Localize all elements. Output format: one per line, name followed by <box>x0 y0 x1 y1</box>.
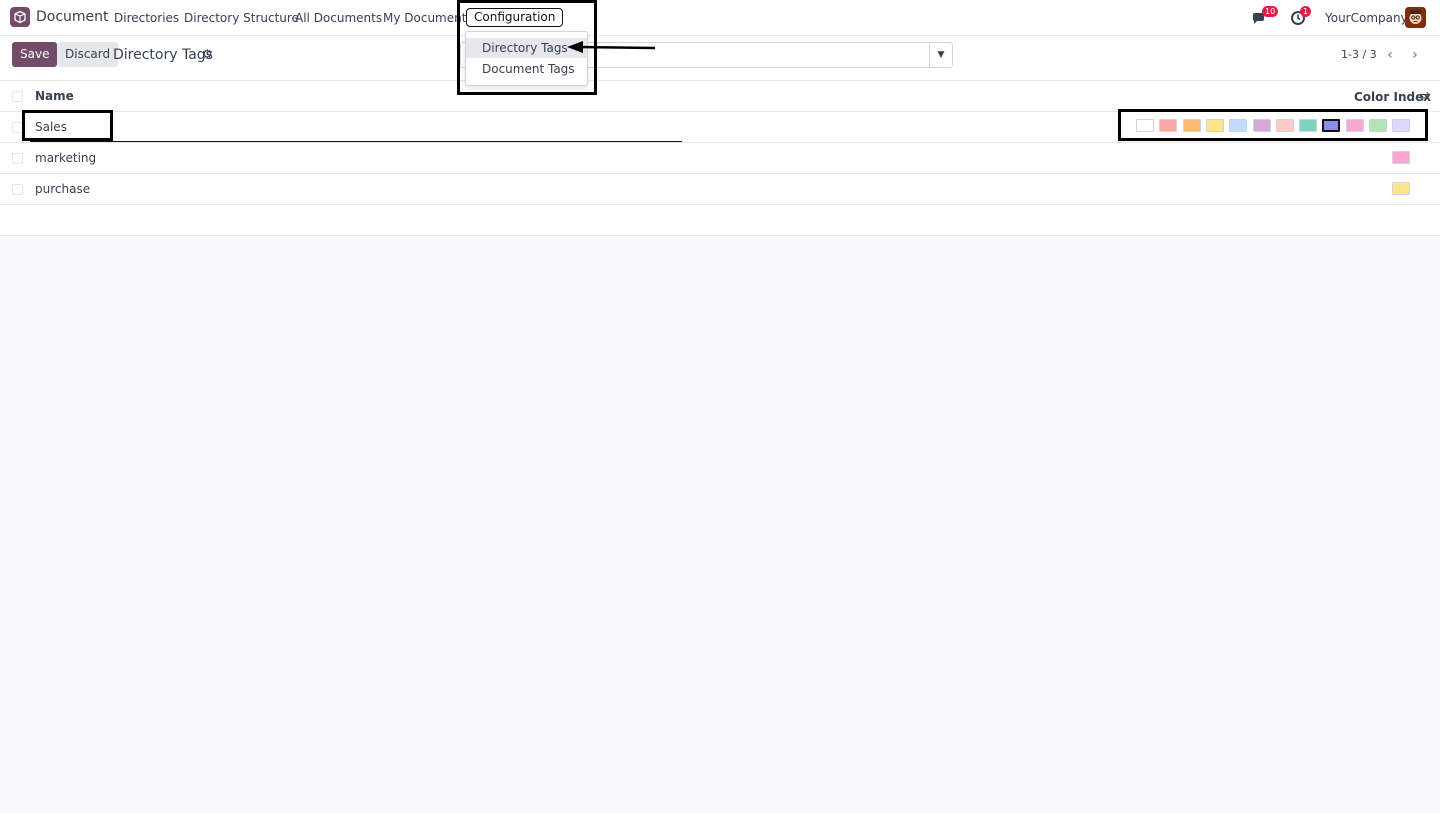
save-button[interactable]: Save <box>12 42 58 67</box>
user-avatar[interactable] <box>1405 7 1426 28</box>
column-header-name[interactable]: Name <box>35 89 74 103</box>
empty-row <box>0 205 1440 236</box>
annotation-box-color <box>1118 109 1428 141</box>
gear-icon[interactable]: ⚙ <box>202 47 213 61</box>
table-row[interactable]: purchase <box>0 174 1440 205</box>
select-all-checkbox[interactable] <box>12 91 23 102</box>
pager-value[interactable]: 1-3 / 3 <box>1341 48 1377 61</box>
table-row[interactable]: marketing <box>0 143 1440 174</box>
activity-clock-icon[interactable]: 1 <box>1290 6 1312 26</box>
annotation-box-name <box>22 110 113 141</box>
page-title: Directory Tags <box>113 47 213 63</box>
activity-badge: 1 <box>1300 6 1312 17</box>
name-input-underline <box>30 141 682 142</box>
app-name[interactable]: Document <box>36 9 109 25</box>
row-checkbox[interactable] <box>12 184 23 195</box>
name-cell: marketing <box>35 151 97 165</box>
discard-button[interactable]: Discard <box>57 42 119 67</box>
name-cell: purchase <box>35 182 91 196</box>
search-options-toggle[interactable]: ▼ <box>929 43 952 67</box>
pager-previous-button[interactable]: ‹ <box>1379 44 1401 66</box>
optional-columns-icon[interactable]: ⇄ <box>1420 89 1430 103</box>
company-switcher[interactable]: YourCompany <box>1325 11 1408 25</box>
nav-directory-structure[interactable]: Directory Structure <box>184 11 299 25</box>
list-header: Name Color Index ⇄ <box>0 81 1440 112</box>
nav-directories[interactable]: Directories <box>114 11 179 25</box>
annotation-arrow <box>567 41 656 53</box>
messages-badge: 10 <box>1262 6 1279 17</box>
top-navbar: Document Directories Directory Structure… <box>0 0 1440 36</box>
pager-next-button[interactable]: › <box>1404 44 1426 66</box>
document-app-icon[interactable] <box>10 7 30 27</box>
control-panel: Save Discard Directory Tags ⚙ ▼ 1-3 / 3 … <box>0 36 1440 81</box>
messages-icon[interactable]: 10 <box>1251 6 1279 26</box>
row-checkbox[interactable] <box>12 153 23 164</box>
color-swatch[interactable] <box>1392 182 1410 195</box>
directory-tags-list: Name Color Index ⇄ Sales marketing purch… <box>0 81 1440 236</box>
nav-all-documents[interactable]: All Documents <box>295 11 382 25</box>
color-swatch[interactable] <box>1392 151 1410 164</box>
